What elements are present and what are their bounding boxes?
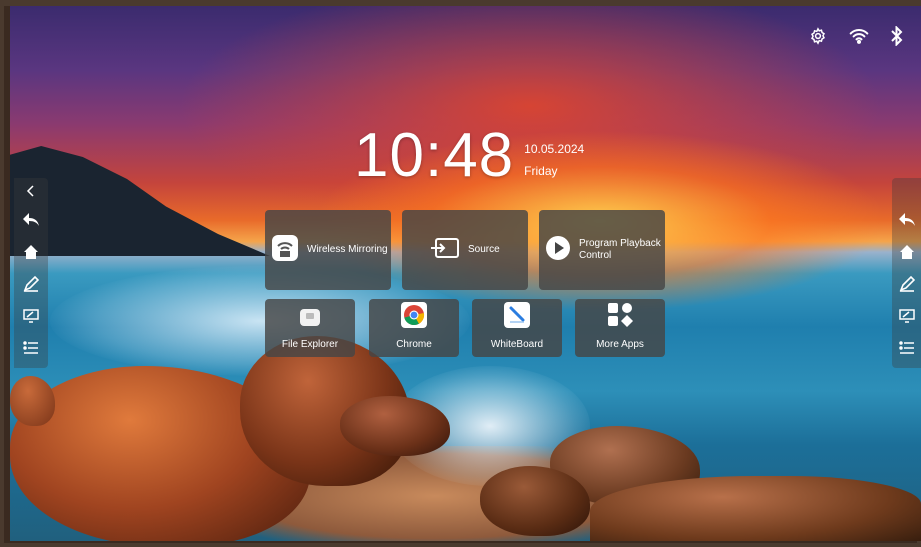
screen-annotate-icon[interactable] (892, 300, 921, 332)
tile-label: Wireless Mirroring (307, 244, 388, 255)
whiteboard-icon (504, 302, 530, 333)
chrome-icon (401, 302, 427, 333)
folder-icon (299, 306, 321, 333)
wifi-icon[interactable] (849, 28, 869, 44)
more-apps-tile[interactable]: More Apps (575, 299, 665, 357)
tile-label: WhiteBoard (490, 339, 544, 350)
date-block: 10.05.2024 Friday (524, 138, 584, 182)
screen-annotate-icon[interactable] (14, 300, 48, 332)
source-input-icon (430, 237, 460, 264)
file-explorer-tile[interactable]: File Explorer (265, 299, 355, 357)
clock-time: 10:48 (354, 121, 515, 190)
tile-label: Chrome (396, 339, 432, 350)
tile-label: More Apps (596, 339, 644, 350)
annotate-pen-icon[interactable] (892, 268, 921, 300)
wireless-mirroring-tile[interactable]: Wireless Mirroring (265, 210, 391, 290)
clock-day: Friday (524, 164, 558, 178)
back-icon[interactable] (892, 204, 921, 236)
wallpaper-rock (10, 376, 55, 426)
home-icon[interactable] (14, 236, 48, 268)
collapse-chevron-icon[interactable] (14, 178, 48, 204)
tile-label: Program Playback Control (579, 238, 661, 261)
whiteboard-tile[interactable]: WhiteBoard (472, 299, 562, 357)
chrome-tile[interactable]: Chrome (369, 299, 459, 357)
wireless-mirroring-icon (271, 234, 299, 267)
status-bar (809, 26, 903, 46)
clock-date: 10.05.2024 (524, 142, 585, 156)
wallpaper-hill (10, 146, 270, 256)
tile-label: Source (468, 244, 500, 255)
annotate-pen-icon[interactable] (14, 268, 48, 300)
tile-label: File Explorer (281, 339, 339, 350)
right-floating-toolbar (892, 178, 921, 368)
home-icon[interactable] (892, 236, 921, 268)
clock-widget: 10:48 10.05.2024 Friday (354, 124, 584, 188)
bluetooth-icon[interactable] (891, 26, 903, 46)
left-floating-toolbar (14, 178, 48, 368)
source-tile[interactable]: Source (402, 210, 528, 290)
wallpaper-rock (590, 476, 921, 541)
program-playback-tile[interactable]: Program Playback Control (539, 210, 665, 290)
menu-list-icon[interactable] (14, 332, 48, 364)
settings-gear-icon[interactable] (809, 27, 827, 45)
menu-list-icon[interactable] (892, 332, 921, 364)
back-icon[interactable] (14, 204, 48, 236)
play-icon (545, 235, 571, 266)
more-apps-grid-icon (607, 302, 633, 333)
